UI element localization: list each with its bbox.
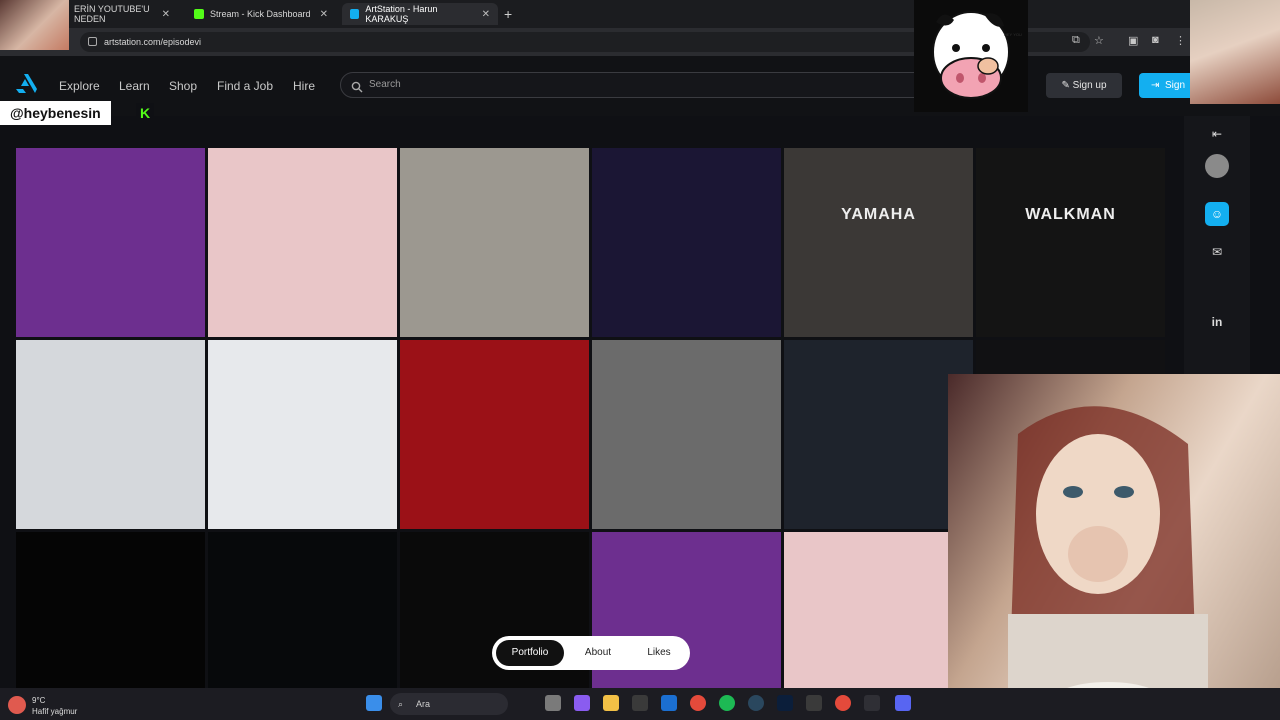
task-view-icon[interactable] (545, 695, 561, 711)
artwork-tile-holographic-knife[interactable] (592, 148, 781, 337)
tab-label: ERİN YOUTUBE'U NEDEN (74, 4, 150, 24)
close-tab-icon[interactable]: ✕ (162, 9, 170, 20)
cow-face-icon (932, 11, 1010, 99)
profile-sidebar: ⇤ ☺ ✉ in (1184, 116, 1250, 376)
tab-about[interactable]: About (570, 640, 626, 666)
artwork-tile-engraved-blade[interactable] (208, 340, 397, 529)
sign-up-button[interactable]: ✎ Sign up (1046, 73, 1122, 98)
artwork-label: YAMAHA (841, 206, 916, 223)
file-explorer-icon[interactable] (603, 695, 619, 711)
artwork-tile-zodiac-clock-shotguns[interactable] (16, 148, 205, 337)
sign-in-label: Sign (1165, 80, 1186, 91)
collapse-sidebar-icon[interactable]: ⇤ (1205, 122, 1229, 146)
search-input[interactable]: Search (340, 72, 940, 98)
obs-icon[interactable] (864, 695, 880, 711)
artwork-tile-yamaha-guitar-head[interactable]: YAMAHA (784, 148, 973, 337)
nav-hire[interactable]: Hire (293, 79, 315, 93)
tab-label: Stream - Kick Dashboard (210, 9, 311, 19)
nav-learn[interactable]: Learn (119, 79, 150, 93)
store-icon[interactable] (632, 695, 648, 711)
search-placeholder: Search (369, 79, 401, 90)
sign-in-icon: ⇥ (1151, 80, 1160, 91)
weather-icon (8, 696, 26, 714)
tab-likes[interactable]: Likes (632, 640, 686, 666)
portfolio-tabs: Portfolio About Likes (492, 636, 690, 670)
chrome-profile-icon[interactable] (835, 695, 851, 711)
search-icon (351, 79, 363, 103)
browser-tab-bar: ERİN YOUTUBE'U NEDEN ✕ Stream - Kick Das… (0, 0, 1280, 28)
tab-kick-dashboard[interactable]: Stream - Kick Dashboard ✕ (186, 3, 336, 25)
tab-portfolio[interactable]: Portfolio (496, 640, 564, 666)
artwork-tile-pink-bear-face[interactable] (208, 148, 397, 337)
taskbar-search[interactable]: ⌕ Ara (390, 693, 508, 715)
tab-youtube[interactable]: ERİN YOUTUBE'U NEDEN ✕ (66, 3, 178, 25)
windows-taskbar: 9°C Hafif yağmur ⌕ Ara (0, 688, 1280, 720)
artwork-tile-vending-coils[interactable] (784, 340, 973, 529)
webcam-thumbnail-right (1190, 0, 1280, 104)
discord-icon[interactable] (895, 695, 911, 711)
artwork-tile-pink-bear-face-2[interactable] (784, 532, 973, 688)
artwork-tile-shotguns-pair[interactable] (16, 532, 205, 688)
spotify-icon[interactable] (719, 695, 735, 711)
avatar[interactable] (1205, 154, 1229, 178)
tab-label: ArtStation - Harun KARAKUŞ (365, 4, 438, 24)
artstation-favicon-icon (350, 9, 360, 19)
linkedin-icon[interactable]: in (1205, 310, 1229, 334)
translate-icon[interactable]: ⧉ (1072, 34, 1080, 47)
streamer-handle: @heybenesin (0, 101, 111, 125)
taskbar-search-icon: ⌕ (398, 699, 404, 709)
nav-find-a-job[interactable]: Find a Job (217, 79, 273, 93)
copilot-icon[interactable] (574, 695, 590, 711)
cow-mascot-overlay: HEY YOU (914, 0, 1028, 112)
artwork-tile-interior-room[interactable] (400, 148, 589, 337)
artstation-header: Explore Learn Shop Find a Job Hire Searc… (0, 56, 1280, 116)
site-info-icon[interactable] (88, 37, 97, 46)
artwork-tile-rifle-rack[interactable] (16, 340, 205, 529)
new-tab-icon[interactable]: + (504, 6, 512, 22)
webcam-person-image (1008, 406, 1208, 720)
mail-icon[interactable]: ✉ (1205, 240, 1229, 264)
artwork-tile-walkman-cassette[interactable]: WALKMAN (976, 148, 1165, 337)
nav-explore[interactable]: Explore (59, 79, 100, 93)
kick-logo-icon: K (136, 103, 154, 123)
windows-start-icon[interactable] (366, 695, 382, 711)
weather-temperature: 9°C (32, 696, 46, 705)
kick-favicon-icon (194, 9, 204, 19)
extensions-icon[interactable]: ▣ (1128, 34, 1138, 47)
media-player-icon[interactable] (806, 695, 822, 711)
steam-icon[interactable] (748, 695, 764, 711)
address-bar: artstation.com/episodevi (0, 28, 1280, 56)
profile-icon[interactable]: ◙ (1152, 34, 1159, 46)
url-text: artstation.com/episodevi (104, 37, 202, 47)
bookmark-star-icon[interactable]: ☆ (1094, 34, 1104, 47)
close-tab-icon[interactable]: ✕ (320, 9, 328, 20)
close-tab-icon[interactable]: ✕ (482, 9, 490, 20)
photoshop-icon[interactable] (777, 695, 793, 711)
screen: ERİN YOUTUBE'U NEDEN ✕ Stream - Kick Das… (0, 0, 1280, 720)
artwork-label: WALKMAN (1025, 206, 1116, 223)
nav-shop[interactable]: Shop (169, 79, 197, 93)
mail-app-icon[interactable] (661, 695, 677, 711)
tab-artstation[interactable]: ArtStation - Harun KARAKUŞ ✕ (342, 3, 498, 25)
follow-user-icon[interactable]: ☺ (1205, 202, 1229, 226)
menu-icon[interactable]: ⋮ (1175, 34, 1186, 47)
artwork-tile-green-sword[interactable] (208, 532, 397, 688)
artwork-tile-speakers-set[interactable] (592, 340, 781, 529)
cow-caption: HEY YOU (1004, 32, 1022, 37)
webcam-main (948, 374, 1280, 720)
sign-up-label: Sign up (1072, 80, 1107, 91)
weather-description: Hafif yağmur (32, 707, 78, 716)
artstation-logo-icon[interactable] (14, 72, 38, 99)
pencil-icon: ✎ (1061, 80, 1073, 91)
chrome-icon[interactable] (690, 695, 706, 711)
taskbar-search-label: Ara (416, 699, 431, 709)
webcam-thumbnail-left (0, 0, 69, 50)
artwork-tile-red-rifle[interactable] (400, 340, 589, 529)
